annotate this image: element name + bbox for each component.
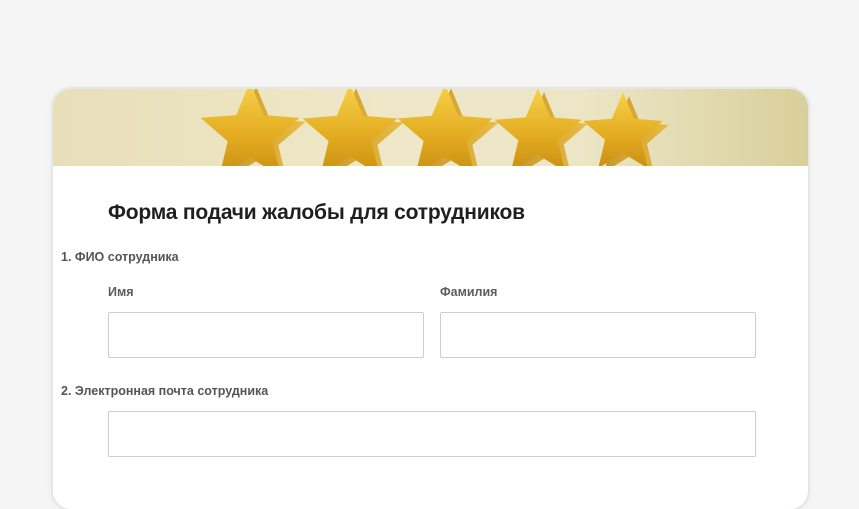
first-name-label: Имя bbox=[108, 285, 134, 299]
star-icon-4 bbox=[494, 89, 582, 166]
question-1-label: 1. ФИО сотрудника bbox=[61, 250, 179, 264]
star-icon-2 bbox=[302, 89, 398, 166]
five-stars-image bbox=[200, 89, 669, 166]
last-name-input[interactable] bbox=[440, 312, 756, 358]
star-icon-1 bbox=[200, 89, 300, 166]
first-name-input[interactable] bbox=[108, 312, 424, 358]
header-banner-five-stars bbox=[53, 89, 808, 166]
question-2-label: 2. Электронная почта сотрудника bbox=[61, 384, 269, 398]
last-name-label: Фамилия bbox=[440, 285, 498, 299]
star-icon-3 bbox=[397, 89, 493, 166]
form-title: Форма подачи жалобы для сотрудников bbox=[108, 201, 525, 224]
email-input[interactable] bbox=[108, 411, 756, 457]
